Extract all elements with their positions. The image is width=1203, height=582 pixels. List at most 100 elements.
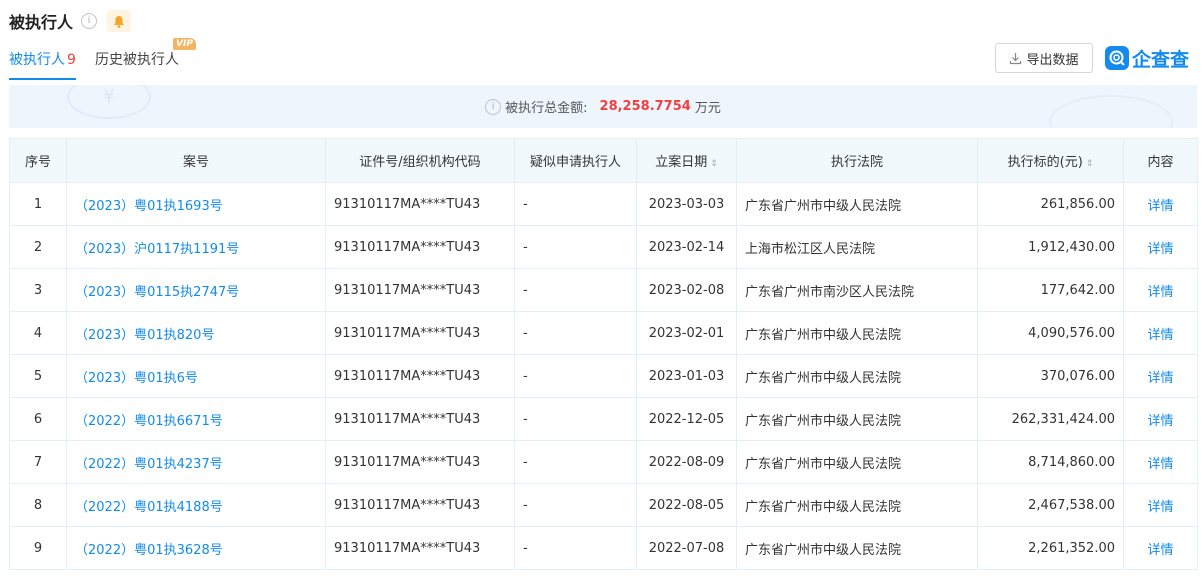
id-code-text: 91310117MA****TU43 <box>334 282 481 298</box>
court-name: 广东省广州市中级人民法院 <box>736 354 978 398</box>
row-index-text: 9 <box>33 540 43 556</box>
id-code-text: 91310117MA****TU43 <box>334 411 481 427</box>
column-header-filing-date[interactable]: 立案日期 ⇕ <box>636 138 737 183</box>
export-data-button[interactable]: 导出数据 <box>995 43 1093 73</box>
court-name: 广东省广州市中级人民法院 <box>736 440 978 484</box>
detail-link[interactable]: 详情 <box>1123 397 1198 441</box>
detail-link[interactable]: 详情 <box>1123 440 1198 484</box>
export-data-label: 导出数据 <box>1026 52 1079 68</box>
case-number-link[interactable]: （2023）粤01执820号 <box>66 311 326 355</box>
table-row: 8 （2022）粤01执4188号 91310117MA****TU43 - 2022-… <box>9 483 1198 527</box>
tab-executed-person[interactable]: 被执行人 9 <box>9 49 76 80</box>
amount-text: 2,261,352.00 <box>1028 540 1115 556</box>
case-number-link-text[interactable]: （2023）粤0115执2747号 <box>75 285 239 300</box>
row-index: 1 <box>9 182 67 226</box>
column-header-applicant: 疑似申请执行人 <box>514 138 637 183</box>
applicant-text: - <box>523 368 528 384</box>
amount-text: 1,912,430.00 <box>1028 239 1115 255</box>
row-index: 2 <box>9 225 67 269</box>
id-code: 91310117MA****TU43 <box>325 526 515 570</box>
column-header-filing-date-label: 立案日期 <box>655 155 708 170</box>
id-code-text: 91310117MA****TU43 <box>334 196 481 212</box>
filing-date: 2022-08-09 <box>636 440 737 484</box>
case-number-link[interactable]: （2023）沪0117执1191号 <box>66 225 326 269</box>
amount-text: 2,467,538.00 <box>1028 497 1115 513</box>
case-number-link-text[interactable]: （2022）粤01执4188号 <box>75 500 223 515</box>
brand-logo-icon <box>1105 46 1129 70</box>
amount: 2,467,538.00 <box>977 483 1124 527</box>
amount-text: 370,076.00 <box>1040 368 1115 384</box>
case-number-link[interactable]: （2022）粤01执4188号 <box>66 483 326 527</box>
bell-icon[interactable] <box>107 10 132 32</box>
table-row: 7 （2022）粤01执4237号 91310117MA****TU43 - 2022-… <box>9 440 1198 484</box>
filing-date: 2023-03-03 <box>636 182 737 226</box>
court-name-text: 广东省广州市南沙区人民法院 <box>745 284 915 300</box>
sort-icon[interactable]: ⇕ <box>710 159 718 169</box>
amount-text: 261,856.00 <box>1040 196 1115 212</box>
sort-icon[interactable]: ⇕ <box>1086 159 1094 169</box>
detail-link-text[interactable]: 详情 <box>1147 242 1173 257</box>
amount: 1,912,430.00 <box>977 225 1124 269</box>
case-number-link[interactable]: （2023）粤0115执2747号 <box>66 268 326 312</box>
detail-link-text[interactable]: 详情 <box>1147 371 1173 386</box>
case-number-link[interactable]: （2022）粤01执6671号 <box>66 397 326 441</box>
detail-link-text[interactable]: 详情 <box>1147 457 1173 472</box>
row-index: 7 <box>9 440 67 484</box>
case-number-link-text[interactable]: （2023）粤01执1693号 <box>75 199 223 214</box>
detail-link-text[interactable]: 详情 <box>1147 199 1173 214</box>
detail-link[interactable]: 详情 <box>1123 225 1198 269</box>
case-number-link[interactable]: （2022）粤01执4237号 <box>66 440 326 484</box>
detail-link-text[interactable]: 详情 <box>1147 285 1173 300</box>
case-number-link[interactable]: （2023）粤01执1693号 <box>66 182 326 226</box>
case-number-link-text[interactable]: （2023）沪0117执1191号 <box>75 242 239 257</box>
amount-text: 262,331,424.00 <box>1011 411 1115 427</box>
id-code: 91310117MA****TU43 <box>325 182 515 226</box>
table-header-row: 序号 案号 证件号/组织机构代码 疑似申请执行人 立案日期 ⇕ 执行法院 执行标的… <box>9 138 1198 183</box>
detail-link[interactable]: 详情 <box>1123 311 1198 355</box>
row-index-text: 6 <box>33 411 43 427</box>
info-icon[interactable]: i <box>81 13 98 29</box>
case-number-link[interactable]: （2022）粤01执3628号 <box>66 526 326 570</box>
column-header-content: 内容 <box>1123 138 1198 183</box>
tab-executed-person-label: 被执行人 <box>9 52 65 68</box>
row-index-text: 2 <box>33 239 43 255</box>
case-number-link-text[interactable]: （2022）粤01执4237号 <box>75 457 223 472</box>
id-code: 91310117MA****TU43 <box>325 225 515 269</box>
row-index-text: 8 <box>33 497 43 513</box>
case-number-link-text[interactable]: （2023）粤01执820号 <box>75 328 214 343</box>
applicant: - <box>514 182 637 226</box>
applicant-text: - <box>523 497 528 513</box>
detail-link[interactable]: 详情 <box>1123 354 1198 398</box>
amount: 261,856.00 <box>977 182 1124 226</box>
applicant: - <box>514 354 637 398</box>
detail-link[interactable]: 详情 <box>1123 483 1198 527</box>
detail-link-text[interactable]: 详情 <box>1147 328 1173 343</box>
download-icon <box>1010 52 1022 64</box>
case-number-link-text[interactable]: （2023）粤01执6号 <box>75 371 198 386</box>
case-number-link[interactable]: （2023）粤01执6号 <box>66 354 326 398</box>
filing-date: 2022-07-08 <box>636 526 737 570</box>
court-name-text: 上海市松江区人民法院 <box>745 241 876 257</box>
detail-link-text[interactable]: 详情 <box>1147 543 1173 558</box>
case-number-link-text[interactable]: （2022）粤01执6671号 <box>75 414 223 429</box>
id-code-text: 91310117MA****TU43 <box>334 325 481 341</box>
detail-link-text[interactable]: 详情 <box>1147 414 1173 429</box>
tab-history-executed-person[interactable]: 历史被执行人 <box>95 49 179 79</box>
case-number-link-text[interactable]: （2022）粤01执3628号 <box>75 543 223 558</box>
row-index: 8 <box>9 483 67 527</box>
detail-link[interactable]: 详情 <box>1123 268 1198 312</box>
detail-link-text[interactable]: 详情 <box>1147 500 1173 515</box>
info-icon[interactable]: i <box>485 98 502 115</box>
detail-link[interactable]: 详情 <box>1123 526 1198 570</box>
id-code: 91310117MA****TU43 <box>325 483 515 527</box>
id-code-text: 91310117MA****TU43 <box>334 540 481 556</box>
detail-link[interactable]: 详情 <box>1123 182 1198 226</box>
amount-text: 4,090,576.00 <box>1028 325 1115 341</box>
applicant-text: - <box>523 540 528 556</box>
filing-date-text: 2023-02-14 <box>648 239 725 255</box>
executed-person-table: 序号 案号 证件号/组织机构代码 疑似申请执行人 立案日期 ⇕ 执行法院 执行标的… <box>9 138 1198 570</box>
id-code-text: 91310117MA****TU43 <box>334 239 481 255</box>
applicant-text: - <box>523 196 528 212</box>
applicant-text: - <box>523 325 528 341</box>
column-header-amount[interactable]: 执行标的(元) ⇕ <box>977 138 1124 183</box>
